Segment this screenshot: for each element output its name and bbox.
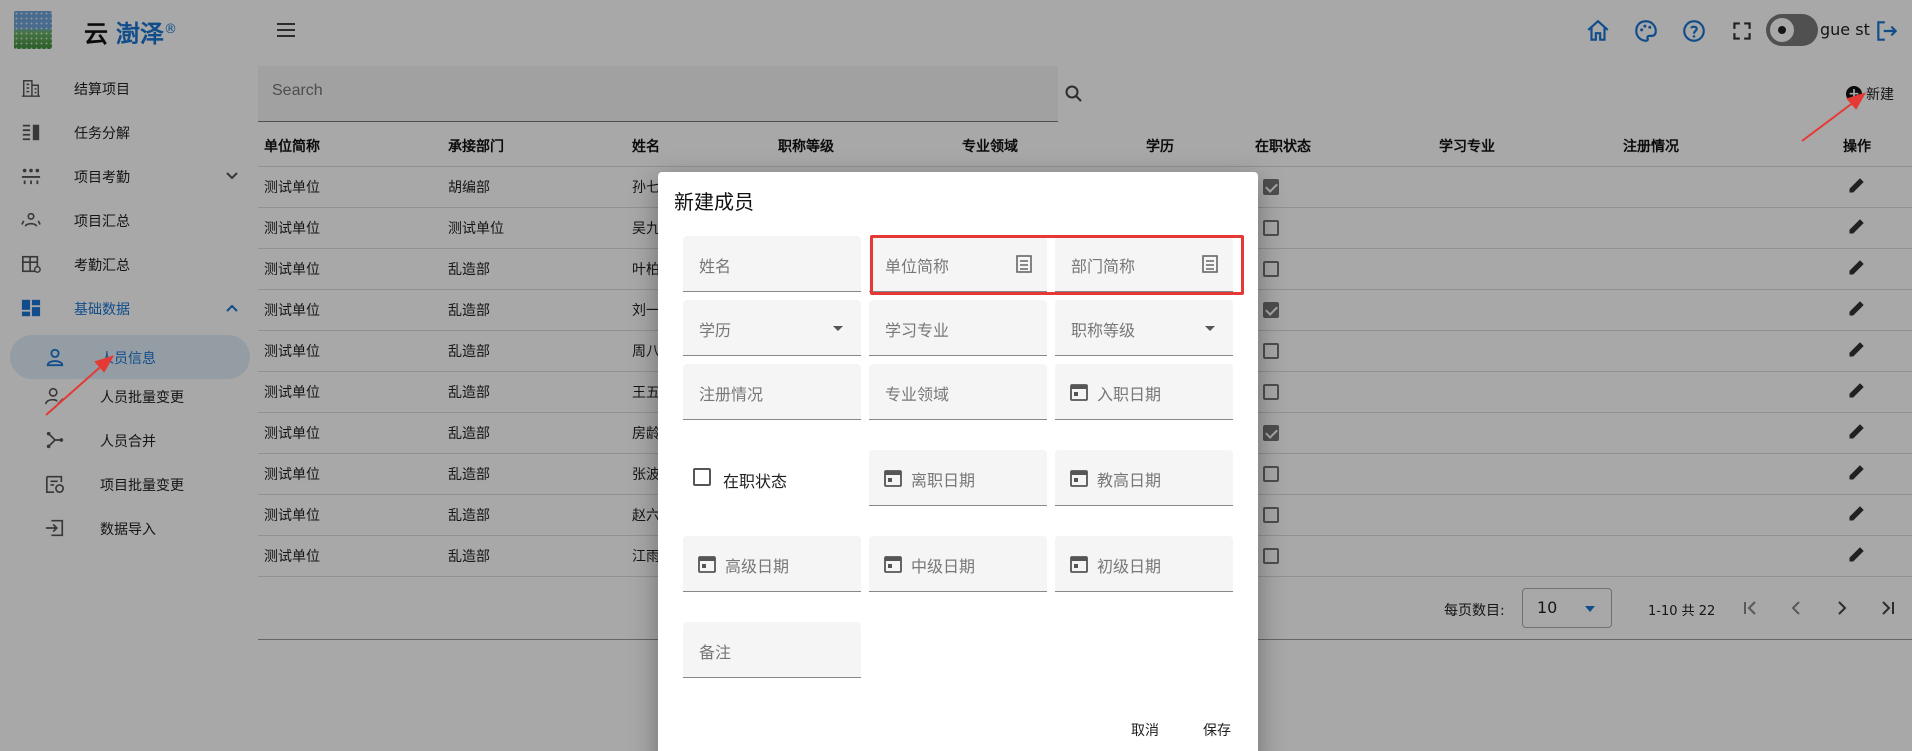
field-label: 职称等级 bbox=[1071, 321, 1136, 340]
field-label: 姓名 bbox=[699, 257, 732, 276]
calendar-icon bbox=[1070, 384, 1088, 401]
calendar-icon bbox=[884, 470, 902, 487]
field-label: 初级日期 bbox=[1097, 557, 1162, 576]
senior-date-field[interactable]: 高级日期 bbox=[683, 536, 861, 592]
checkbox-label: 在职状态 bbox=[723, 472, 788, 491]
field-label: 学历 bbox=[699, 321, 732, 340]
field-label: 专业领域 bbox=[885, 385, 950, 404]
field-label: 注册情况 bbox=[699, 385, 764, 404]
field-label: 入职日期 bbox=[1097, 385, 1162, 404]
junior-date-field[interactable]: 初级日期 bbox=[1055, 536, 1233, 592]
leave-date-field[interactable]: 离职日期 bbox=[869, 450, 1047, 506]
registration-field[interactable]: 注册情况 bbox=[683, 364, 861, 420]
calendar-icon bbox=[884, 556, 902, 573]
remark-field[interactable]: 备注 bbox=[683, 622, 861, 678]
checkbox-box[interactable] bbox=[693, 468, 711, 486]
save-button[interactable]: 保存 bbox=[1203, 720, 1231, 740]
calendar-icon bbox=[1070, 470, 1088, 487]
major-field[interactable]: 学习专业 bbox=[869, 300, 1047, 356]
hire-date-field[interactable]: 入职日期 bbox=[1055, 364, 1233, 420]
prof-senior-date-field[interactable]: 教高日期 bbox=[1055, 450, 1233, 506]
field-label: 备注 bbox=[699, 643, 732, 662]
cancel-button[interactable]: 取消 bbox=[1131, 720, 1159, 740]
field-label: 中级日期 bbox=[911, 557, 976, 576]
dropdown-arrow-icon bbox=[833, 326, 843, 331]
annotation-highlight-box bbox=[870, 235, 1244, 295]
dropdown-arrow-icon bbox=[1205, 326, 1215, 331]
calendar-icon bbox=[1070, 556, 1088, 573]
field-label: 教高日期 bbox=[1097, 471, 1162, 490]
calendar-icon bbox=[698, 556, 716, 573]
field-label: 学习专业 bbox=[885, 321, 950, 340]
dialog-title: 新建成员 bbox=[674, 190, 754, 214]
new-member-dialog: 新建成员 姓名 单位简称 部门简称 学历 学习专业 职称等级 注册情况 专业领域… bbox=[658, 172, 1258, 751]
active-status-checkbox[interactable]: 在职状态 bbox=[683, 450, 861, 506]
name-field[interactable]: 姓名 bbox=[683, 236, 861, 292]
mid-date-field[interactable]: 中级日期 bbox=[869, 536, 1047, 592]
education-select[interactable]: 学历 bbox=[683, 300, 861, 356]
title-level-select[interactable]: 职称等级 bbox=[1055, 300, 1233, 356]
specialty-field[interactable]: 专业领域 bbox=[869, 364, 1047, 420]
field-label: 离职日期 bbox=[911, 471, 976, 490]
field-label: 高级日期 bbox=[725, 557, 790, 576]
